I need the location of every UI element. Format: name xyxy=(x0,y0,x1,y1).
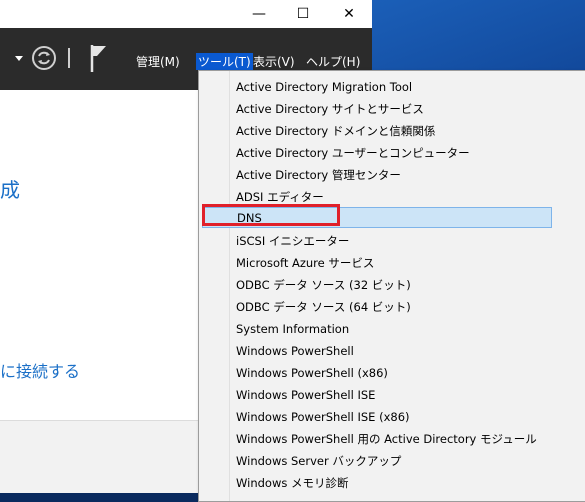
menu-item-ad-migration-tool[interactable]: Active Directory Migration Tool xyxy=(202,76,552,97)
heading-fragment: 成 xyxy=(0,178,20,202)
menu-item-powershell-x86[interactable]: Windows PowerShell (x86) xyxy=(202,362,552,383)
menu-item-azure-services[interactable]: Microsoft Azure サービス xyxy=(202,252,552,273)
history-dropdown-button[interactable] xyxy=(12,50,26,64)
menu-help[interactable]: ヘルプ(H) xyxy=(304,53,362,70)
connect-link[interactable]: に接続する xyxy=(0,358,80,382)
menu-item-powershell-ise-x86[interactable]: Windows PowerShell ISE (x86) xyxy=(202,406,552,427)
menu-item-powershell[interactable]: Windows PowerShell xyxy=(202,340,552,361)
menu-item-ad-admin-center[interactable]: Active Directory 管理センター xyxy=(202,164,552,185)
menu-item-system-information[interactable]: System Information xyxy=(202,318,552,339)
menu-item-ad-sites-services[interactable]: Active Directory サイトとサービス xyxy=(202,98,552,119)
menu-item-ad-domains-trusts[interactable]: Active Directory ドメインと信頼関係 xyxy=(202,120,552,141)
menu-item-ad-users-computers[interactable]: Active Directory ユーザーとコンピューター xyxy=(202,142,552,163)
notifications-button[interactable] xyxy=(88,42,110,74)
annotation-highlight-box xyxy=(202,204,340,226)
menu-manage[interactable]: 管理(M) xyxy=(134,53,182,70)
minimize-button[interactable]: — xyxy=(236,0,282,28)
maximize-icon: ☐ xyxy=(296,6,310,22)
menu-item-windows-server-backup[interactable]: Windows Server バックアップ xyxy=(202,450,552,471)
maximize-button[interactable]: ☐ xyxy=(280,0,326,28)
refresh-button[interactable] xyxy=(30,44,58,72)
menu-item-ad-powershell-module[interactable]: Windows PowerShell 用の Active Directory モ… xyxy=(202,428,552,449)
close-button[interactable]: ✕ xyxy=(326,0,372,28)
caret-down-icon xyxy=(15,56,23,61)
menu-item-odbc-64[interactable]: ODBC データ ソース (64 ビット) xyxy=(202,296,552,317)
menu-item-iscsi-initiator[interactable]: iSCSI イニシエーター xyxy=(202,230,552,251)
title-bar: — ☐ ✕ xyxy=(0,0,372,28)
minimize-icon: — xyxy=(252,6,266,22)
tools-dropdown-menu: Active Directory Migration Tool Active D… xyxy=(198,70,585,502)
menu-item-powershell-ise[interactable]: Windows PowerShell ISE xyxy=(202,384,552,405)
menu-item-odbc-32[interactable]: ODBC データ ソース (32 ビット) xyxy=(202,274,552,295)
menu-tools[interactable]: ツール(T) xyxy=(196,53,253,70)
menu-item-memory-diagnostic[interactable]: Windows メモリ診断 xyxy=(202,472,552,493)
toolbar-separator xyxy=(68,48,70,68)
flag-icon xyxy=(90,45,106,72)
refresh-icon xyxy=(32,46,56,70)
menu-view[interactable]: 表示(V) xyxy=(251,53,297,70)
close-icon: ✕ xyxy=(343,6,355,22)
